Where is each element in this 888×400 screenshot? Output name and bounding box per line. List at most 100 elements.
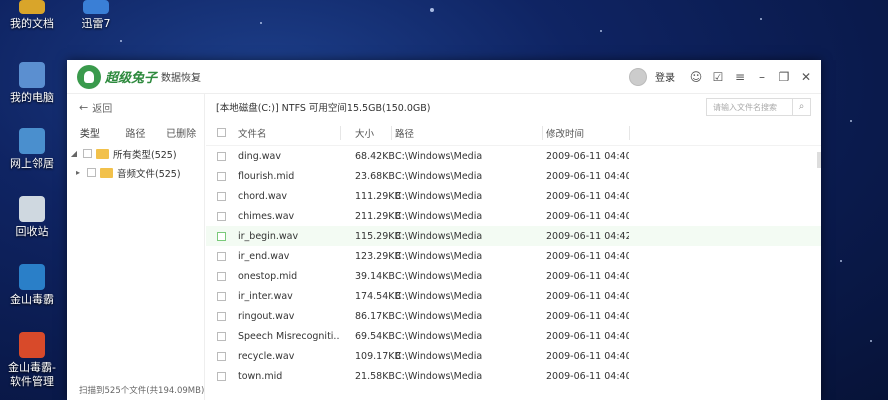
row-checkbox[interactable]	[216, 311, 226, 321]
disk-info: [本地磁盘(C:)] NTFS 可用空间15.5GB(150.0GB)	[216, 103, 431, 114]
file-name: town.mid	[238, 370, 283, 382]
feedback-icon[interactable]: ☑	[711, 70, 725, 84]
table-row[interactable]: ir_inter.wav 174.54KB C:\Windows\Media 2009…	[206, 286, 821, 306]
close-icon[interactable]: ✕	[799, 70, 813, 84]
desktop-icon-label: 迅雷7	[81, 17, 111, 30]
table-row[interactable]: ir_end.wav 123.29KB C:\Windows\Media 2009-0…	[206, 246, 821, 266]
star	[760, 18, 762, 20]
scrollbar[interactable]	[817, 152, 821, 168]
row-checkbox[interactable]	[216, 231, 226, 241]
row-checkbox[interactable]	[216, 371, 226, 381]
table-row[interactable]: chimes.wav 211.29KB C:\Windows\Media 2009-0…	[206, 206, 821, 226]
checkbox[interactable]	[83, 149, 92, 158]
login-link[interactable]: 登录	[655, 69, 675, 84]
file-path: C:\Windows\Media	[395, 270, 483, 282]
recovery-window: 超级兔子 数据恢复 登录 ☺ ☑ ≡ – ❐ ✕ ← 返回 类型 路径 已删除 …	[67, 60, 821, 400]
file-size: 39.14KB	[355, 270, 395, 282]
table-row[interactable]: flourish.mid 23.68KB C:\Windows\Media 2009-…	[206, 166, 821, 186]
tab-type[interactable]: 类型	[67, 125, 113, 140]
table-row[interactable]: ir_begin.wav 115.29KB C:\Windows\Media 2009…	[206, 226, 821, 246]
table-row[interactable]: town.mid 21.58KB C:\Windows\Media 2009-06-1…	[206, 366, 821, 386]
file-size: 174.54KB	[355, 290, 401, 302]
file-modified: 2009-06-11 04:40:	[546, 330, 629, 342]
star	[600, 30, 602, 32]
file-size: 68.42KB	[355, 150, 395, 162]
desktop-icon-recycle-bin[interactable]: 回收站	[0, 196, 64, 239]
desktop-icon-my-documents[interactable]: 我的文档	[0, 0, 64, 31]
rabbit-logo-icon	[77, 64, 101, 89]
table-row[interactable]: recycle.wav 109.17KB C:\Windows\Media 2009-…	[206, 346, 821, 366]
file-size: 123.29KB	[355, 250, 401, 262]
minimize-icon[interactable]: –	[755, 70, 769, 84]
desktop-icon-network[interactable]: 网上邻居	[0, 128, 64, 171]
expand-icon[interactable]: ▸	[73, 168, 83, 177]
row-checkbox[interactable]	[216, 291, 226, 301]
file-path: C:\Windows\Media	[395, 350, 483, 362]
row-checkbox[interactable]	[216, 191, 226, 201]
table-row[interactable]: Speech Misrecogniti... 69.54KB C:\Windows\…	[206, 326, 821, 346]
row-checkbox[interactable]	[216, 251, 226, 261]
table-row[interactable]: onestop.mid 39.14KB C:\Windows\Media 2009-0…	[206, 266, 821, 286]
app-subtitle: 数据恢复	[161, 73, 202, 84]
row-checkbox[interactable]	[216, 331, 226, 341]
star	[850, 120, 852, 122]
search-placeholder: 请输入文件名搜索	[713, 102, 777, 112]
desktop-icon-xunlei[interactable]: 迅雷7	[64, 0, 128, 31]
file-size: 115.29KB	[355, 230, 401, 242]
disk-info-bar: [本地磁盘(C:)] NTFS 可用空间15.5GB(150.0GB) 请输入文…	[206, 94, 821, 120]
column-header-size[interactable]: 大小	[341, 126, 391, 140]
star	[120, 40, 122, 42]
search-input[interactable]: 请输入文件名搜索 ⌕	[706, 98, 811, 116]
desktop-icon-duba-software[interactable]: 金山毒霸- 软件管理	[0, 332, 64, 389]
avatar[interactable]	[629, 67, 647, 86]
select-all-checkbox[interactable]	[216, 128, 226, 137]
file-name: ir_inter.wav	[238, 290, 293, 302]
tree-item-all-types[interactable]: ◢ 所有类型(525)	[67, 144, 204, 163]
support-icon[interactable]: ☺	[689, 70, 703, 84]
column-header-path[interactable]: 路径	[392, 126, 542, 140]
file-modified: 2009-06-11 04:40:	[546, 370, 629, 382]
tab-path[interactable]: 路径	[113, 125, 159, 140]
table-row[interactable]: ding.wav 68.42KB C:\Windows\Media 2009-06-1…	[206, 146, 821, 166]
row-checkbox[interactable]	[216, 151, 226, 161]
desktop-icon-duba[interactable]: 金山毒霸	[0, 264, 64, 307]
row-checkbox[interactable]	[216, 211, 226, 221]
file-modified: 2009-06-11 04:40:	[546, 170, 629, 182]
row-checkbox[interactable]	[216, 271, 226, 281]
desktop-icon-my-computer[interactable]: 我的电脑	[0, 62, 64, 105]
file-size: 211.29KB	[355, 210, 401, 222]
folder-icon	[100, 167, 113, 178]
file-path: C:\Windows\Media	[395, 170, 483, 182]
collapse-icon[interactable]: ◢	[69, 149, 79, 158]
tab-deleted[interactable]: 已删除	[158, 125, 204, 140]
main-pane: [本地磁盘(C:)] NTFS 可用空间15.5GB(150.0GB) 请输入文…	[206, 94, 821, 400]
file-name: ir_end.wav	[238, 250, 290, 262]
checkbox[interactable]	[87, 168, 96, 177]
table-body: ding.wav 68.42KB C:\Windows\Media 2009-06-1…	[206, 146, 821, 386]
column-divider[interactable]	[629, 125, 630, 140]
row-checkbox[interactable]	[216, 171, 226, 181]
file-size: 69.54KB	[355, 330, 395, 342]
desktop-icon-label: 回收站	[15, 225, 49, 238]
table-row[interactable]: chord.wav 111.29KB C:\Windows\Media 2009-06…	[206, 186, 821, 206]
column-header-name[interactable]: 文件名	[236, 126, 340, 140]
file-path: C:\Windows\Media	[395, 150, 483, 162]
back-button[interactable]: ← 返回	[67, 94, 204, 120]
maximize-icon[interactable]: ❐	[777, 70, 791, 84]
tree-item-label: 音频文件(525)	[117, 168, 181, 180]
column-header-modified[interactable]: 修改时间	[543, 126, 629, 140]
file-modified: 2009-06-11 04:40:	[546, 290, 629, 302]
tree-item-audio[interactable]: ▸ 音频文件(525)	[67, 163, 204, 182]
file-modified: 2009-06-11 04:42:	[546, 230, 629, 242]
filter-tabs: 类型 路径 已删除	[67, 120, 204, 144]
file-name: chord.wav	[238, 190, 288, 202]
file-modified: 2009-06-11 04:40:	[546, 270, 629, 282]
file-modified: 2009-06-11 04:40:	[546, 250, 629, 262]
desktop-icon-label: 软件管理	[10, 375, 54, 388]
row-checkbox[interactable]	[216, 351, 226, 361]
search-icon[interactable]: ⌕	[792, 99, 810, 115]
file-modified: 2009-06-11 04:40:	[546, 350, 629, 362]
table-row[interactable]: ringout.wav 86.17KB C:\Windows\Media 2009-0…	[206, 306, 821, 326]
menu-icon[interactable]: ≡	[733, 70, 747, 84]
file-name: chimes.wav	[238, 210, 295, 222]
